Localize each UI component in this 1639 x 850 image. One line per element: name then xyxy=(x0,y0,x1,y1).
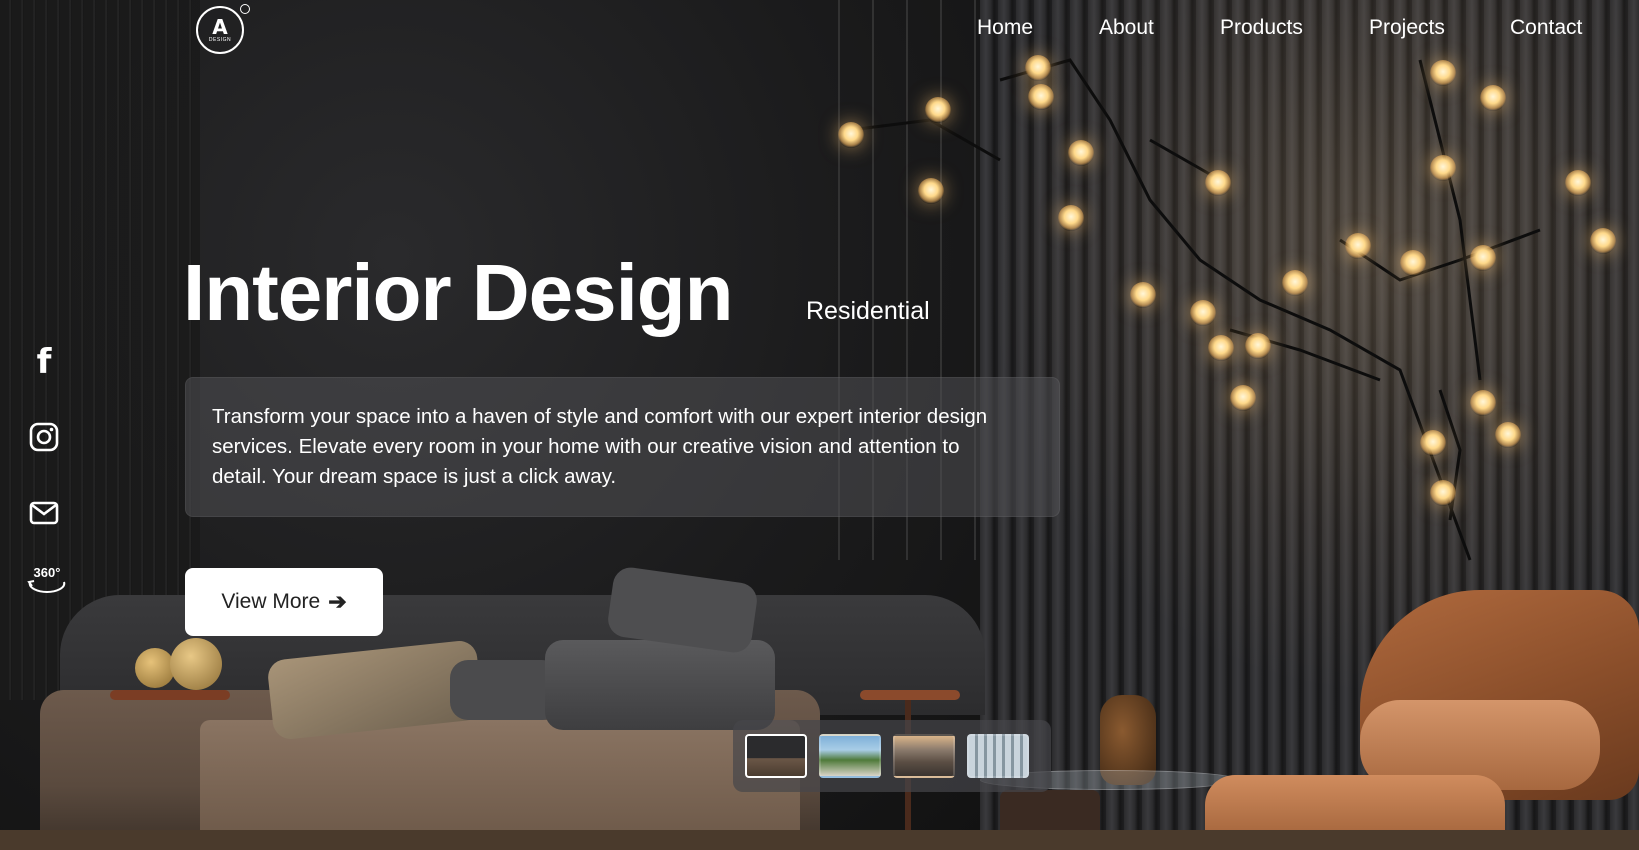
thumbnail-glass-interior[interactable] xyxy=(967,734,1029,778)
chandelier-bulb xyxy=(1590,228,1616,254)
instagram-link[interactable] xyxy=(26,419,62,455)
chandelier-bulb xyxy=(1068,140,1094,166)
hero-subtitle: Residential xyxy=(806,297,930,325)
chandelier-bulb xyxy=(1130,282,1156,308)
hero-title: Interior Design xyxy=(183,248,734,337)
instagram-icon xyxy=(29,422,59,452)
chandelier-bulb xyxy=(1025,55,1051,81)
virtual-tour-link[interactable]: 360° xyxy=(24,560,70,596)
view-more-button[interactable]: View More ➔ xyxy=(185,568,383,636)
nav-projects[interactable]: Projects xyxy=(1369,16,1445,40)
chandelier-bulb xyxy=(1495,422,1521,448)
nav-about[interactable]: About xyxy=(1099,16,1154,40)
nav-products[interactable]: Products xyxy=(1220,16,1303,40)
chandelier-bulb xyxy=(1028,84,1054,110)
chandelier-bulb xyxy=(1470,245,1496,271)
chandelier-bulb xyxy=(1565,170,1591,196)
thumbnail-house-exterior[interactable] xyxy=(819,734,881,778)
chandelier-bulb xyxy=(1345,233,1371,259)
logo-mark: A xyxy=(212,14,228,39)
chandelier-bulb xyxy=(1470,390,1496,416)
chandelier-bulb xyxy=(1190,300,1216,326)
email-link[interactable] xyxy=(26,495,62,531)
chandelier-bulb xyxy=(1430,155,1456,181)
gallery-thumbnails xyxy=(733,720,1051,792)
chandelier-bulb xyxy=(1430,480,1456,506)
chandelier-bulb xyxy=(1282,270,1308,296)
facebook-link[interactable]: f xyxy=(26,344,62,380)
chandelier-bulb xyxy=(1205,170,1231,196)
nav-home[interactable]: Home xyxy=(977,16,1033,40)
brand-logo[interactable]: A DESIGN xyxy=(196,6,244,54)
arrow-right-icon: ➔ xyxy=(328,589,347,614)
tour-360-label: 360° xyxy=(33,564,61,580)
thumbnail-building-sunset[interactable] xyxy=(893,734,955,778)
chandelier-bulb xyxy=(1230,385,1256,411)
view-more-label: View More xyxy=(221,590,321,613)
thumbnail-bedroom[interactable] xyxy=(745,734,807,778)
chandelier-bulb xyxy=(1480,85,1506,111)
chandelier-bulb xyxy=(918,178,944,204)
chandelier-bulb xyxy=(1430,60,1456,86)
chandelier-bulb xyxy=(838,122,864,148)
chandelier-bulb xyxy=(1208,335,1234,361)
hero-description: Transform your space into a haven of sty… xyxy=(212,405,988,488)
logo-dot xyxy=(240,4,250,14)
chandelier-bulb xyxy=(1400,250,1426,276)
chandelier-bulb xyxy=(1245,333,1271,359)
hero-description-panel: Transform your space into a haven of sty… xyxy=(185,377,1060,517)
logo-wordmark: DESIGN xyxy=(208,36,232,43)
chandelier-bulb xyxy=(1058,205,1084,231)
nav-contact[interactable]: Contact xyxy=(1510,16,1582,40)
chandelier-bulb xyxy=(925,97,951,123)
chandelier-bulb xyxy=(1420,430,1446,456)
facebook-icon: f xyxy=(36,342,52,382)
mail-icon xyxy=(29,501,59,525)
